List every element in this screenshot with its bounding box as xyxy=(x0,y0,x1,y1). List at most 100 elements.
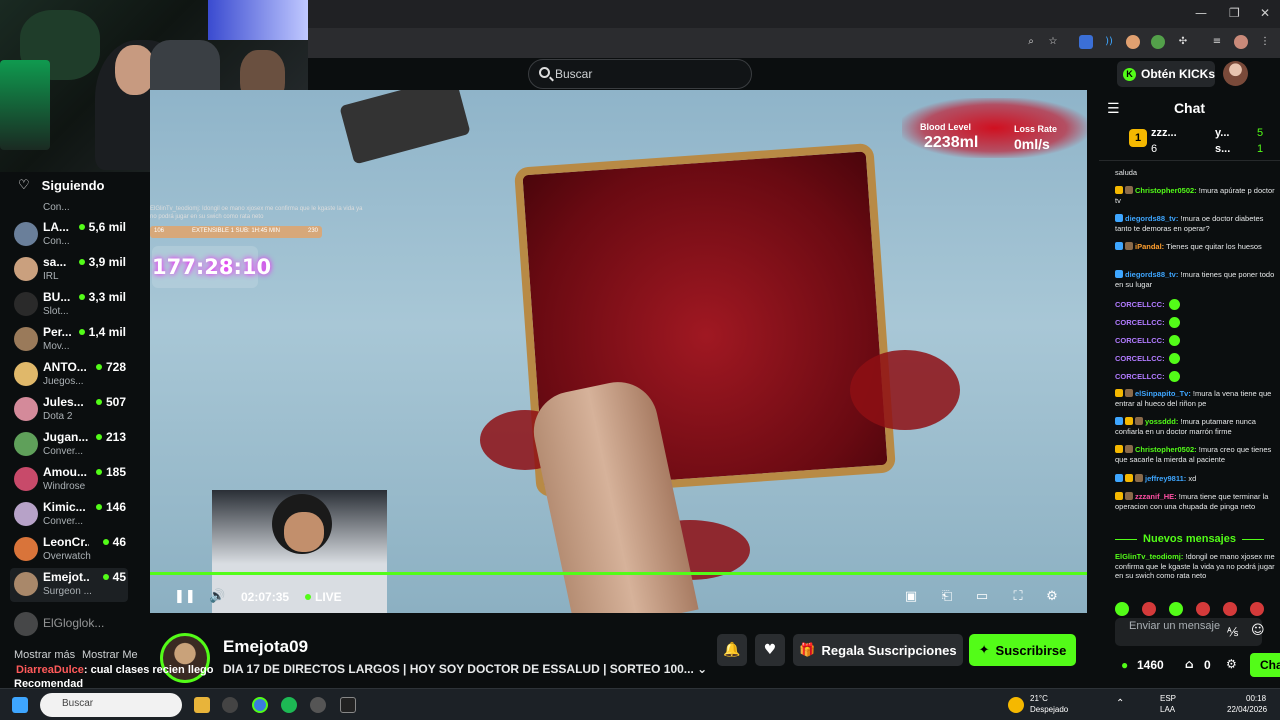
gift-icon: 🎁 xyxy=(799,642,816,658)
avatar xyxy=(14,572,38,596)
chat-message: yossddd: !mura putamare nunca confiarla … xyxy=(1115,417,1256,436)
gift-subs-button[interactable]: 🎁 Regala Suscripciones xyxy=(793,634,963,666)
tray-chevron-icon[interactable]: ⌃ xyxy=(1116,698,1124,709)
epic-games-icon[interactable] xyxy=(340,697,356,713)
drops-count[interactable]: 0 xyxy=(1204,658,1211,672)
user-avatar[interactable] xyxy=(1223,61,1248,86)
chat-footer: ● 1460 ⌂ 0 ⚙ Cha xyxy=(1115,653,1280,677)
chat-message: saluda xyxy=(1115,168,1138,177)
elapsed-time: 02:07:35 xyxy=(241,590,290,604)
emote-icon[interactable] xyxy=(1142,602,1156,616)
chat-panel: ☰ Chat 1 zzz... 6 y... 5 s... 1 saluda C… xyxy=(1099,90,1280,688)
search-input[interactable]: Buscar xyxy=(528,59,752,89)
extension-icon[interactable] xyxy=(1126,35,1140,49)
windows-start-icon[interactable] xyxy=(12,697,28,713)
sidebar-channel[interactable]: Con... xyxy=(10,200,128,218)
chrome-icon[interactable] xyxy=(252,697,268,713)
fullscreen-icon[interactable]: ⛶ xyxy=(1010,590,1026,604)
puzzle-icon[interactable]: ✣ xyxy=(1176,35,1190,49)
emote-picker-icon[interactable]: ☺ xyxy=(1251,623,1265,638)
language-top[interactable]: ESP xyxy=(1160,694,1176,703)
pip-icon[interactable]: ▣ xyxy=(903,590,919,604)
audio-extension-icon[interactable]: )) xyxy=(1102,35,1116,49)
sidebar-channel[interactable]: sa... 3,9 mil IRL xyxy=(10,253,128,287)
bookmark-star-icon[interactable]: ☆ xyxy=(1046,35,1060,49)
clock-time[interactable]: 00:18 xyxy=(1246,694,1266,703)
chat-message: CORCELLCC: xyxy=(1115,335,1275,346)
sidebar-channel[interactable]: LA... 5,6 mil Con... xyxy=(10,218,128,252)
sidebar-channel-active[interactable]: Emejot... 45 Surgeon ... xyxy=(10,568,128,602)
menu-dots-icon[interactable]: ⋮ xyxy=(1258,35,1272,49)
profile-icon[interactable] xyxy=(1234,35,1248,49)
sidebar-channel[interactable]: LeonCr... 46 Overwatch xyxy=(10,533,128,567)
stream-title: DIA 17 DE DIRECTOS LARGOS | HOY SOY DOCT… xyxy=(223,662,708,676)
send-chat-button[interactable]: Cha xyxy=(1250,653,1280,677)
new-messages-divider[interactable]: Nuevos mensajes xyxy=(1099,533,1280,545)
language-bottom[interactable]: LAA xyxy=(1160,705,1175,714)
avatar xyxy=(14,257,38,281)
gift-leaderboard: 1 zzz... 6 y... 5 s... 1 xyxy=(1099,123,1280,161)
maximize-button[interactable]: ❐ xyxy=(1229,6,1240,20)
emote-icon[interactable] xyxy=(1115,602,1129,616)
sidebar-channel[interactable]: Per... 1,4 mil Mov... xyxy=(10,323,128,357)
emote-icon[interactable] xyxy=(1250,602,1264,616)
volume-icon[interactable]: 🔊 xyxy=(209,590,225,604)
chat-settings-icon[interactable]: ⚙ xyxy=(1226,657,1237,671)
sidebar-channel[interactable]: Jugan... 213 Conver... xyxy=(10,428,128,462)
extension-badge-icon[interactable] xyxy=(1151,35,1165,49)
sparkle-icon: ✦ xyxy=(978,642,990,658)
sidebar-channel[interactable]: Amou... 185 Windrose xyxy=(10,463,128,497)
overwatch-icon[interactable] xyxy=(222,697,238,713)
blood-level-hud: Blood Level 2238ml Loss Rate 0ml/s xyxy=(902,98,1087,158)
theater-mode-icon[interactable]: ▭ xyxy=(974,590,990,604)
zoom-icon[interactable]: ⌕ xyxy=(1024,35,1038,49)
translate-icon[interactable]: ⅍ xyxy=(1227,625,1238,639)
weather-desc: Despejado xyxy=(1030,705,1069,714)
close-button[interactable]: ✕ xyxy=(1260,6,1270,20)
clip-icon[interactable]: ⎗ xyxy=(939,590,955,604)
chat-input[interactable]: Enviar un mensaje xyxy=(1115,618,1262,646)
sidebar-channel[interactable]: Jules... 507 Dota 2 xyxy=(10,393,128,427)
taskbar-search[interactable]: Buscar xyxy=(40,693,182,717)
emote-icon[interactable] xyxy=(1223,602,1237,616)
subathon-bar: 106 EXTENSIBLE 1 SUB: 1H:45 MIN 230 xyxy=(150,226,322,238)
clock-date[interactable]: 22/04/2026 xyxy=(1227,705,1267,714)
sidebar-channel-offline[interactable]: ElGloglok... xyxy=(10,608,128,642)
overlay-message: ElGlinTv_teodiomj: Idongil oe mano xjose… xyxy=(150,206,363,220)
file-explorer-icon[interactable] xyxy=(194,697,210,713)
avatar xyxy=(14,222,38,246)
search-placeholder: Buscar xyxy=(555,67,593,81)
points-count[interactable]: 1460 xyxy=(1137,658,1164,672)
live-progress-bar[interactable] xyxy=(150,572,1087,575)
subscribe-button[interactable]: ✦ Suscribirse xyxy=(969,634,1076,666)
pause-icon[interactable]: ❚❚ xyxy=(174,590,196,604)
chat-message: zzzanif_HE: !mura tiene que terminar la … xyxy=(1115,492,1269,511)
sidebar-channel[interactable]: ANTO... 728 Juegos... xyxy=(10,358,128,392)
notification-bell-button[interactable]: 🔔 xyxy=(717,634,747,666)
sidebar-channel[interactable]: Kimic... 146 Conver... xyxy=(10,498,128,532)
subathon-timer: 177:28:10 xyxy=(152,246,271,288)
reading-list-icon[interactable]: ≡ xyxy=(1210,35,1224,49)
translate-extension-icon[interactable] xyxy=(1079,35,1093,49)
minimize-button[interactable]: — xyxy=(1195,6,1207,20)
show-less-link[interactable]: Mostrar Me xyxy=(82,649,138,661)
sidebar-channel[interactable]: BU... 3,3 mil Slot... xyxy=(10,288,128,322)
get-kicks-button[interactable]: K Obtén KICKs xyxy=(1117,61,1215,87)
avatar xyxy=(14,432,38,456)
following-heading: ♡ Siguiendo xyxy=(18,178,105,193)
avatar xyxy=(14,467,38,491)
avatar xyxy=(14,327,38,351)
follow-heart-button[interactable]: ♥ xyxy=(755,634,785,666)
obs-icon[interactable] xyxy=(310,697,326,713)
video-player[interactable]: Blood Level 2238ml Loss Rate 0ml/s ElGli… xyxy=(150,90,1087,613)
show-more-link[interactable]: Mostrar más xyxy=(14,649,75,661)
avatar xyxy=(14,397,38,421)
chat-message: jeffrey9811: xd xyxy=(1115,474,1275,484)
settings-gear-icon[interactable]: ⚙ xyxy=(1044,590,1060,604)
streamer-name[interactable]: Emejota09 xyxy=(223,637,308,657)
spotify-icon[interactable] xyxy=(281,697,297,713)
emote-icon[interactable] xyxy=(1196,602,1210,616)
chat-message: CORCELLCC: xyxy=(1115,299,1275,310)
emote-icon[interactable] xyxy=(1169,602,1183,616)
avatar xyxy=(14,502,38,526)
